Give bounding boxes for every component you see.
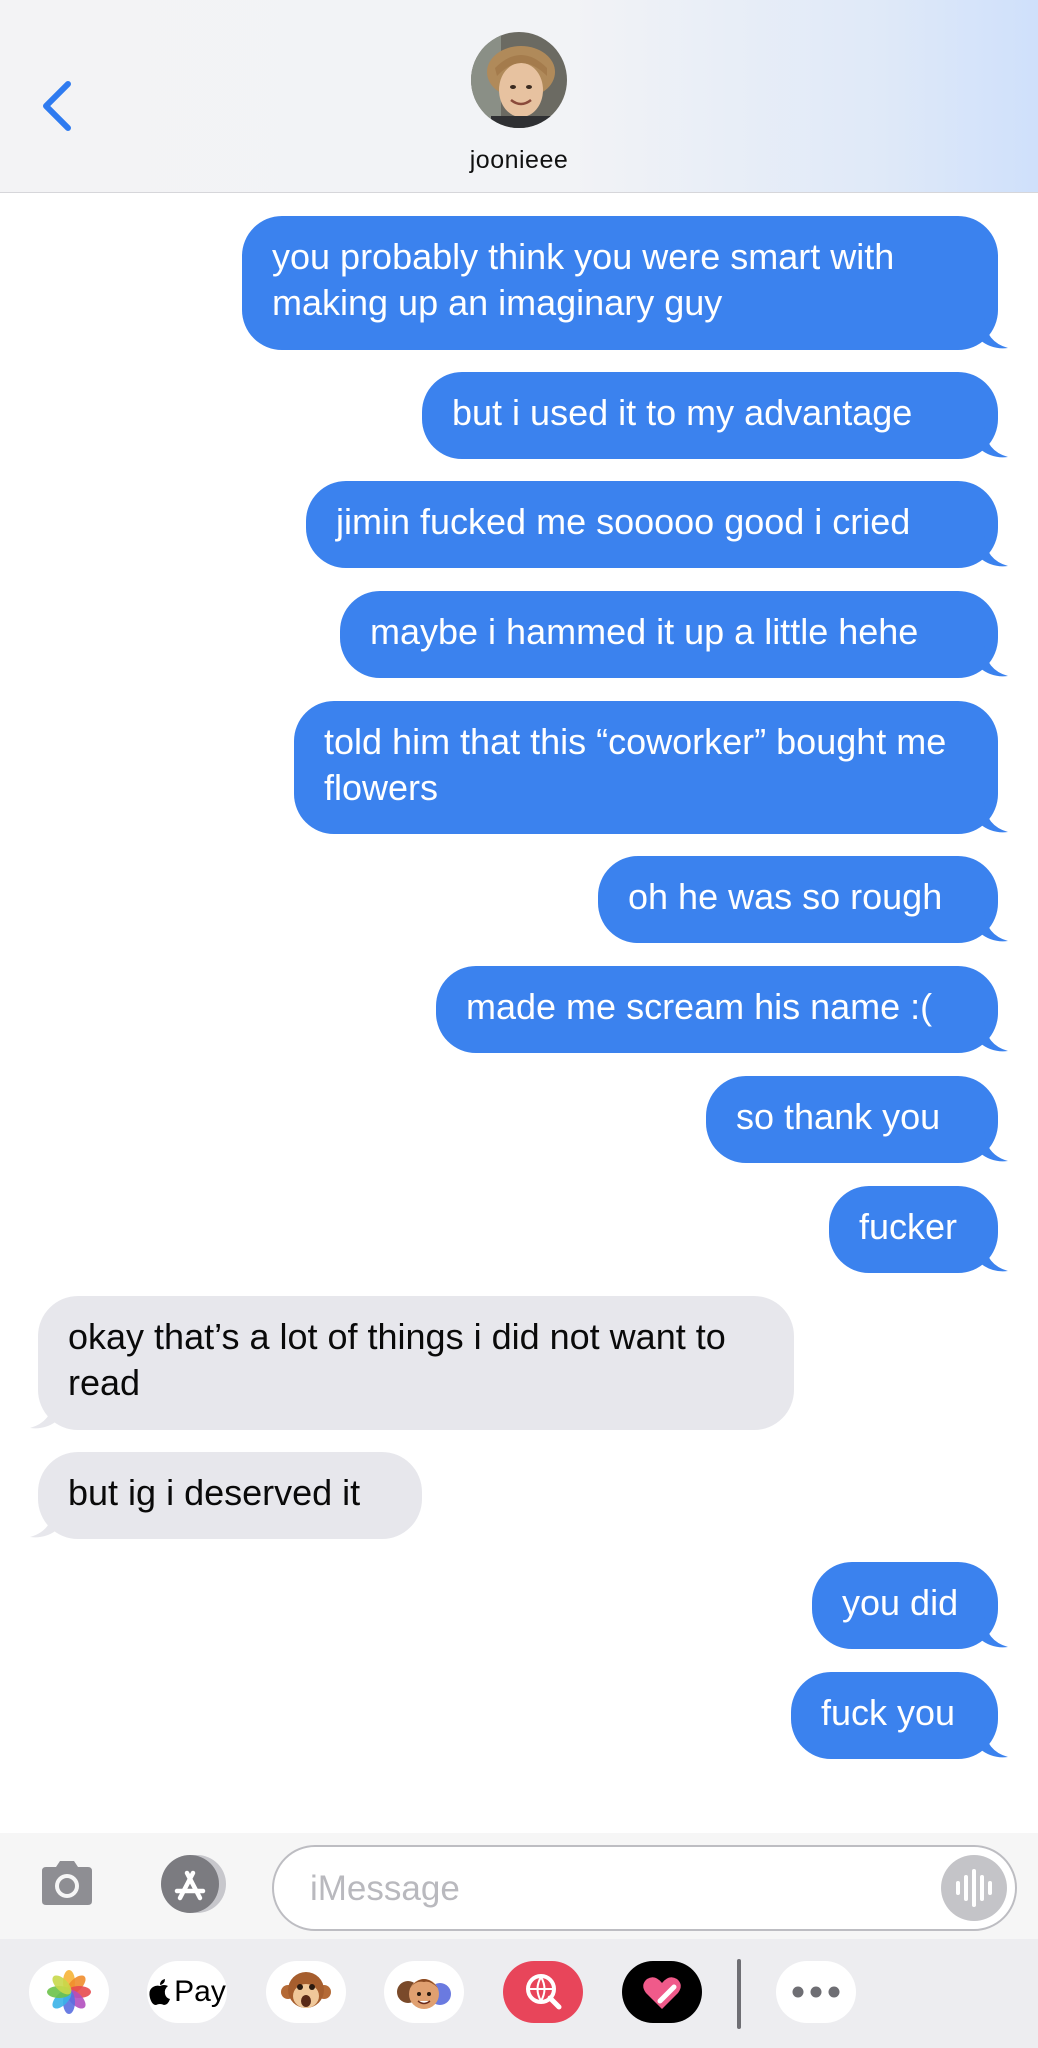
message-bubble-outgoing[interactable]: jimin fucked me sooooo good i cried — [306, 481, 998, 568]
bubble-tail — [980, 802, 1008, 833]
bubble-tail — [980, 536, 1008, 567]
animoji-button[interactable] — [266, 1961, 346, 2023]
more-apps-button[interactable] — [776, 1961, 856, 2023]
message-bubble-incoming[interactable]: okay that’s a lot of things i did not wa… — [38, 1296, 794, 1430]
message-bubble-outgoing[interactable]: you did — [812, 1562, 998, 1649]
image-search-icon — [503, 1961, 583, 2023]
message-bubble-outgoing[interactable]: you probably think you were smart with m… — [242, 216, 998, 350]
message-text: you did — [842, 1582, 959, 1623]
message-bubble-incoming[interactable]: but ig i deserved it — [38, 1452, 422, 1539]
message-bubble-outgoing[interactable]: but i used it to my advantage — [422, 372, 998, 459]
apple-logo-icon — [149, 1979, 171, 2005]
bubble-tail — [980, 1021, 1008, 1052]
bubble-tail — [980, 318, 1008, 349]
contact-avatar[interactable] — [471, 32, 567, 128]
message-bubble-outgoing[interactable]: told him that this “coworker” bought me … — [294, 701, 998, 834]
more-icon — [792, 1986, 840, 1998]
bubble-tail — [980, 646, 1008, 677]
contact-name[interactable]: joonieee — [0, 146, 1038, 175]
message-text: jimin fucked me sooooo good i cried — [336, 501, 911, 542]
message-bubble-outgoing[interactable]: maybe i hammed it up a little hehe — [340, 591, 998, 678]
message-text: told him that this “coworker” bought me … — [324, 721, 947, 808]
message-thread: you probably think you were smart with m… — [0, 193, 1038, 1833]
message-bubble-outgoing[interactable]: fucker — [829, 1186, 998, 1273]
message-text: made me scream his name :( — [466, 986, 933, 1027]
bubble-tail — [980, 911, 1008, 942]
message-text: but ig i deserved it — [68, 1472, 361, 1513]
message-text: maybe i hammed it up a little hehe — [370, 611, 919, 652]
message-text: okay that’s a lot of things i did not wa… — [68, 1316, 726, 1403]
digital-touch-button[interactable] — [622, 1961, 702, 2023]
digital-touch-icon — [622, 1961, 702, 2023]
message-bubble-outgoing[interactable]: made me scream his name :( — [436, 966, 998, 1053]
app-drawer: Pay — [0, 1939, 1038, 2048]
photos-icon — [47, 1970, 91, 2014]
voice-message-icon[interactable] — [941, 1855, 1007, 1921]
camera-icon[interactable] — [38, 1857, 96, 1909]
app-store-icon[interactable] — [153, 1853, 229, 1915]
bubble-tail — [30, 1398, 58, 1429]
message-text: fucker — [859, 1206, 958, 1247]
message-bubble-outgoing[interactable]: oh he was so rough — [598, 856, 998, 943]
bubble-tail — [980, 1241, 1008, 1272]
apple-pay-button[interactable]: Pay — [147, 1961, 227, 2023]
bubble-tail — [980, 1131, 1008, 1162]
message-bubble-outgoing[interactable]: fuck you — [791, 1672, 998, 1759]
message-text: but i used it to my advantage — [452, 392, 913, 433]
image-search-button[interactable] — [503, 1961, 583, 2023]
memoji-button[interactable] — [384, 1961, 464, 2023]
apple-pay-label: Pay — [174, 1975, 226, 2008]
drawer-divider — [737, 1959, 741, 2029]
bubble-tail — [980, 1727, 1008, 1758]
photos-app-button[interactable] — [29, 1961, 109, 2023]
imessage-field[interactable] — [272, 1845, 1017, 1931]
memoji-icon — [397, 1979, 451, 2009]
animoji-monkey-icon — [281, 1972, 331, 2008]
bubble-tail — [30, 1507, 58, 1538]
conversation-header: joonieee — [0, 0, 1038, 193]
message-text: oh he was so rough — [628, 876, 943, 917]
bubble-tail — [980, 1617, 1008, 1648]
bubble-tail — [980, 427, 1008, 458]
back-chevron-icon[interactable] — [38, 78, 78, 134]
message-bubble-outgoing[interactable]: so thank you — [706, 1076, 998, 1163]
message-text: you probably think you were smart with m… — [272, 236, 895, 323]
message-text: so thank you — [736, 1096, 941, 1137]
message-input-bar — [0, 1833, 1038, 1939]
message-text: fuck you — [821, 1692, 956, 1733]
imessage-input[interactable] — [310, 1865, 890, 1913]
